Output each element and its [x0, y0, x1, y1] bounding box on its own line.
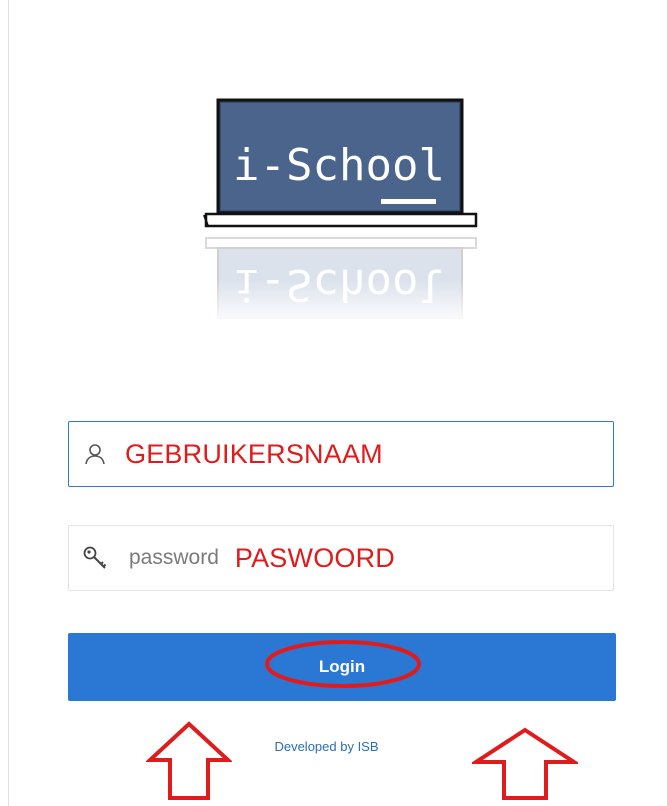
chalkboard-logo-icon: i-School — [203, 98, 478, 228]
logo-brand-text: i-School — [233, 140, 445, 191]
annotation-arrow-up-icon — [146, 721, 232, 800]
user-icon — [81, 440, 109, 468]
password-field[interactable]: password PASWOORD — [68, 525, 614, 591]
password-placeholder: password — [129, 546, 219, 569]
username-field[interactable]: GEBRUIKERSNAAM — [68, 421, 614, 487]
i-school-logo: i-School i-School — [196, 90, 486, 350]
login-button[interactable]: Login — [68, 633, 616, 701]
login-page: i-School i-School GEBRUIKERSNAAM — [0, 0, 667, 806]
login-button-label: Login — [318, 657, 366, 676]
developed-by-link[interactable]: Developed by ISB — [0, 739, 667, 754]
annotation-arrow-up-icon — [472, 727, 578, 800]
username-annotation: GEBRUIKERSNAAM — [125, 438, 383, 469]
key-icon — [81, 544, 109, 572]
page-divider — [8, 0, 9, 806]
password-annotation: PASWOORD — [234, 542, 395, 573]
